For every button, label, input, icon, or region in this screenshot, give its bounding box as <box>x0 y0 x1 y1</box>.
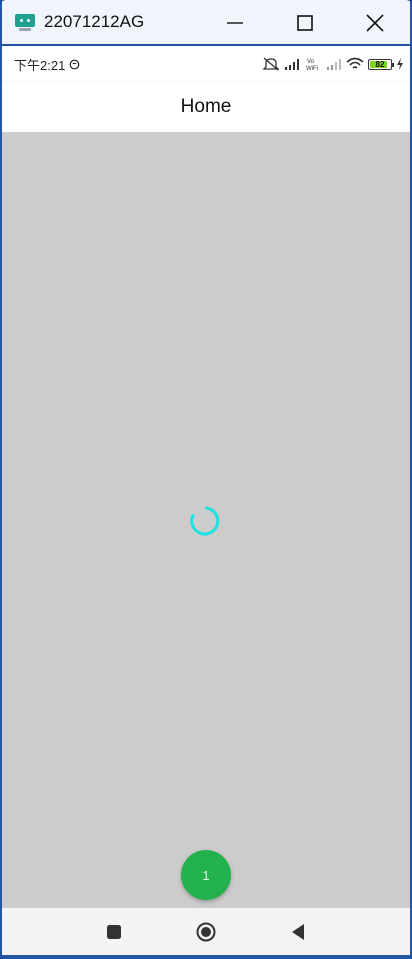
close-button[interactable] <box>340 0 410 45</box>
alarm-face-icon <box>69 59 80 69</box>
floating-action-button[interactable]: 1 <box>181 850 231 900</box>
status-bar: 下午2:21 Vo WiFi 82 <box>2 46 410 82</box>
charging-icon <box>397 58 403 70</box>
status-time: 下午2:21 <box>14 57 66 73</box>
fab-label: 1 <box>202 867 210 883</box>
svg-text:Vo: Vo <box>307 59 315 65</box>
svg-text:WiFi: WiFi <box>306 66 318 71</box>
loading-spinner <box>190 506 220 536</box>
maximize-button[interactable] <box>270 0 340 45</box>
signal-weak-icon <box>327 59 341 70</box>
back-button[interactable] <box>252 908 344 955</box>
back-icon <box>292 923 304 940</box>
window-titlebar[interactable]: 22071212AG <box>2 0 410 45</box>
close-icon <box>366 13 384 32</box>
wifi-icon <box>346 57 364 69</box>
signal-icon <box>285 59 299 70</box>
battery-icon: 82 <box>368 58 394 70</box>
recents-icon <box>107 924 121 939</box>
main-content <box>2 132 410 908</box>
battery-level: 82 <box>375 59 385 69</box>
mute-icon <box>262 57 280 71</box>
android-emulator-icon <box>15 12 35 32</box>
minimize-icon <box>227 21 243 24</box>
recents-button[interactable] <box>68 908 160 955</box>
home-button[interactable] <box>160 908 252 955</box>
app-bar: Home <box>2 82 410 132</box>
vowifi-icon: Vo WiFi <box>306 59 318 71</box>
page-title: Home <box>180 96 232 117</box>
emulator-window: 22071212AG 下午2:21 Vo WiFi 82 Home 1 <box>0 0 412 959</box>
navigation-bar <box>2 908 410 955</box>
minimize-button[interactable] <box>200 0 270 45</box>
window-title: 22071212AG <box>44 12 145 31</box>
home-icon <box>196 922 216 941</box>
device-screen: 下午2:21 Vo WiFi 82 Home 1 <box>2 46 410 955</box>
maximize-icon <box>297 14 313 31</box>
